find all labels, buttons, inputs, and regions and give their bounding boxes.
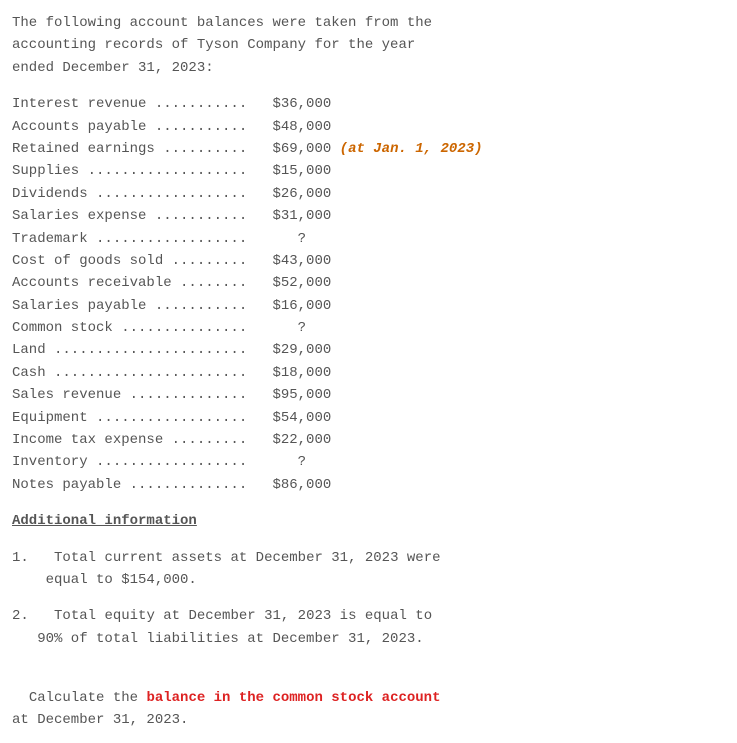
account-row: Salaries expense ........... $31,000: [12, 205, 725, 227]
account-label: Retained earnings ..........: [12, 141, 247, 157]
calc-suffix: at December 31, 2023.: [12, 712, 188, 728]
intro-text: The following account balances were take…: [12, 12, 725, 79]
account-value: $54,000: [247, 410, 331, 426]
account-value: $31,000: [247, 208, 331, 224]
account-row: Inventory .................. ?: [12, 451, 725, 473]
account-value: $15,000: [247, 163, 331, 179]
account-value: $18,000: [247, 365, 331, 381]
account-row: Trademark .................. ?: [12, 228, 725, 250]
info-1-body: Total current assets at December 31, 202…: [12, 550, 441, 588]
info-1-text: [37, 550, 54, 566]
account-value: $36,000: [247, 96, 331, 112]
account-row: Common stock ............... ?: [12, 317, 725, 339]
account-row: Interest revenue ........... $36,000: [12, 93, 725, 115]
info-2-number: 2.: [12, 605, 29, 627]
account-label: Dividends ..................: [12, 186, 247, 202]
account-value: $22,000: [247, 432, 331, 448]
account-row: Accounts payable ........... $48,000: [12, 116, 725, 138]
account-row: Dividends .................. $26,000: [12, 183, 725, 205]
account-row: Cash ....................... $18,000: [12, 362, 725, 384]
account-value: ?: [247, 231, 306, 247]
account-label: Sales revenue ..............: [12, 387, 247, 403]
account-label: Salaries payable ...........: [12, 298, 247, 314]
account-label: Common stock ...............: [12, 320, 247, 336]
account-label: Accounts receivable ........: [12, 275, 247, 291]
account-label: Land .......................: [12, 342, 247, 358]
calculate-prompt: Calculate the balance in the common stoc…: [12, 664, 725, 731]
info-2-text: [37, 608, 54, 624]
account-row: Retained earnings .......... $69,000 (at…: [12, 138, 725, 160]
account-value: $69,000: [247, 141, 331, 157]
account-label: Interest revenue ...........: [12, 96, 247, 112]
info-item-2: 2. Total equity at December 31, 2023 is …: [12, 605, 725, 650]
info-item-1: 1. Total current assets at December 31, …: [12, 547, 725, 592]
info-2-body: Total equity at December 31, 2023 is equ…: [12, 608, 432, 646]
account-row: Sales revenue .............. $95,000: [12, 384, 725, 406]
account-value: $43,000: [247, 253, 331, 269]
account-row: Land ....................... $29,000: [12, 339, 725, 361]
account-row: Accounts receivable ........ $52,000: [12, 272, 725, 294]
account-label: Inventory ..................: [12, 454, 247, 470]
calc-prefix: Calculate the: [29, 690, 147, 706]
account-label: Cash .......................: [12, 365, 247, 381]
account-value: $86,000: [247, 477, 331, 493]
account-row: Equipment .................. $54,000: [12, 407, 725, 429]
additional-info-heading: Additional information: [12, 510, 725, 532]
account-value: $29,000: [247, 342, 331, 358]
account-value: $16,000: [247, 298, 331, 314]
account-label: Cost of goods sold .........: [12, 253, 247, 269]
account-row: Income tax expense ......... $22,000: [12, 429, 725, 451]
account-value: $48,000: [247, 119, 331, 135]
account-value: $95,000: [247, 387, 331, 403]
account-row: Supplies ................... $15,000: [12, 160, 725, 182]
account-note: (at Jan. 1, 2023): [331, 141, 482, 157]
account-label: Accounts payable ...........: [12, 119, 247, 135]
account-row: Cost of goods sold ......... $43,000: [12, 250, 725, 272]
account-value: ?: [247, 320, 306, 336]
account-value: $52,000: [247, 275, 331, 291]
account-value: ?: [247, 454, 306, 470]
account-row: Notes payable .............. $86,000: [12, 474, 725, 496]
accounts-list: Interest revenue ........... $36,000Acco…: [12, 93, 725, 496]
account-label: Equipment ..................: [12, 410, 247, 426]
account-label: Notes payable ..............: [12, 477, 247, 493]
calc-highlight: balance in the common stock account: [146, 690, 440, 706]
account-label: Supplies ...................: [12, 163, 247, 179]
account-label: Trademark ..................: [12, 231, 247, 247]
info-1-number: 1.: [12, 547, 29, 569]
account-label: Salaries expense ...........: [12, 208, 247, 224]
account-value: $26,000: [247, 186, 331, 202]
account-label: Income tax expense .........: [12, 432, 247, 448]
account-row: Salaries payable ........... $16,000: [12, 295, 725, 317]
